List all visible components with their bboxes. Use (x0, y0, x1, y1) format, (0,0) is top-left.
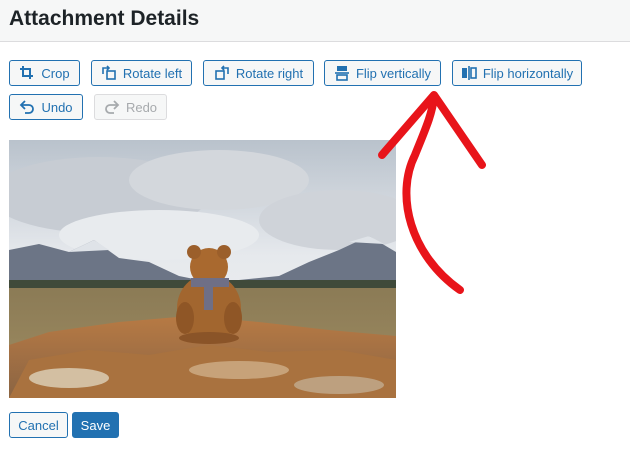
page-title: Attachment Details (9, 7, 200, 30)
crop-button[interactable]: Crop (9, 60, 80, 86)
redo-button[interactable]: Redo (94, 94, 167, 120)
rotate-left-label: Rotate left (122, 65, 183, 81)
rotate-right-label: Rotate right (235, 65, 304, 81)
save-label: Save (80, 417, 111, 433)
image-preview (9, 140, 396, 398)
flip-horizontal-icon (461, 66, 477, 80)
cancel-button[interactable]: Cancel (9, 412, 68, 438)
crop-label: Crop (41, 65, 70, 81)
rotate-left-button[interactable]: Rotate left (91, 60, 192, 86)
cancel-label: Cancel (18, 417, 59, 433)
rotate-left-icon (102, 65, 116, 80)
flip-vertically-label: Flip vertically (355, 65, 432, 81)
redo-icon (105, 100, 120, 114)
crop-icon (20, 66, 34, 79)
rotate-right-button[interactable]: Rotate right (203, 60, 314, 86)
save-button[interactable]: Save (72, 412, 119, 438)
undo-button[interactable]: Undo (9, 94, 83, 120)
dialog-header: Attachment Details (0, 0, 630, 42)
rotate-right-icon (215, 65, 229, 80)
undo-label: Undo (41, 99, 73, 115)
flip-vertical-icon (334, 66, 349, 81)
redo-label: Redo (125, 99, 158, 115)
undo-icon (20, 100, 35, 114)
flip-horizontally-label: Flip horizontally (482, 65, 574, 81)
flip-horizontally-button[interactable]: Flip horizontally (452, 60, 582, 86)
flip-vertically-button[interactable]: Flip vertically (324, 60, 441, 86)
